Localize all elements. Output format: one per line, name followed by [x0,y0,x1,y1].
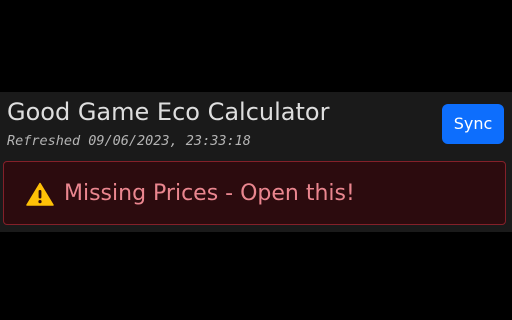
warning-triangle-icon [26,182,54,206]
refreshed-timestamp: Refreshed 09/06/2023, 23:33:18 [7,133,251,149]
extension-preview: Good Game Eco Calculator Refreshed 09/06… [0,0,512,320]
sync-button[interactable]: Sync [442,104,504,144]
missing-prices-alert[interactable]: Missing Prices - Open this! [3,161,506,225]
alert-text[interactable]: Missing Prices - Open this! [64,178,355,210]
page-title: Good Game Eco Calculator [7,98,330,126]
